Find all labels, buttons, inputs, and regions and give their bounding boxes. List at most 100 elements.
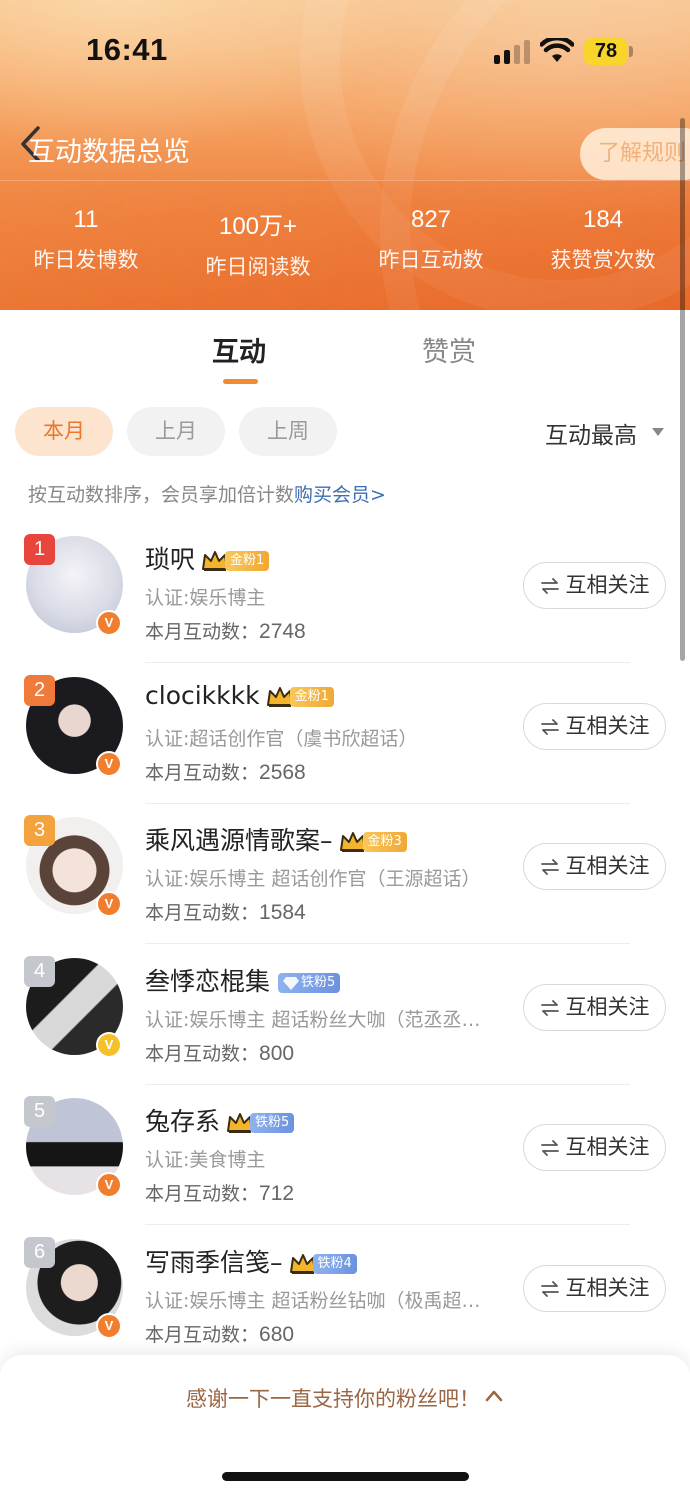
count-value: 2568: [259, 761, 306, 784]
caret-down-icon[interactable]: [652, 428, 664, 436]
battery-indicator: 78: [584, 38, 628, 65]
count-prefix: 本月互动数：: [145, 1043, 260, 1065]
list-item[interactable]: 2 Vclocikkkk 金粉1 认证:超话创作官（虞书欣超话） 本月互动数：2568 互…: [0, 663, 690, 804]
page-title: 互动数据总览: [28, 137, 190, 168]
verified-v-icon: V: [96, 891, 122, 917]
certification: 认证:娱乐博主 超话粉丝大咖（范丞丞超话）: [145, 1009, 497, 1031]
verified-v-icon: V: [96, 1172, 122, 1198]
follow-label: 互相关注: [565, 573, 650, 597]
username[interactable]: 乘风遇源情歌案– 金粉3: [145, 821, 407, 857]
username-text[interactable]: clocikkkk: [145, 681, 260, 710]
rank-badge: 5: [24, 1096, 55, 1127]
mutual-follow-button[interactable]: 互相关注: [523, 1124, 666, 1171]
count-value: 1584: [259, 901, 306, 924]
tab-interaction[interactable]: 互动: [212, 330, 266, 369]
username[interactable]: 兔存系 铁粉5: [145, 1102, 295, 1138]
mutual-follow-button[interactable]: 互相关注: [523, 1265, 666, 1312]
fan-level-badge: 金粉1: [225, 551, 270, 571]
username-text[interactable]: 兔存系: [145, 1107, 220, 1136]
rank-badge: 3: [24, 815, 55, 846]
wifi-icon: [540, 38, 574, 62]
certification: 认证:娱乐博主: [145, 587, 266, 609]
username-text[interactable]: 写雨季信笺–: [145, 1248, 283, 1277]
rank-badge: 6: [24, 1237, 55, 1268]
rank-badge: 4: [24, 956, 55, 987]
count-value: 712: [259, 1182, 295, 1205]
count-prefix: 本月互动数：: [145, 762, 260, 784]
certification: 认证:超话创作官（虞书欣超话）: [145, 728, 418, 750]
fan-level-text: 铁粉5: [301, 975, 336, 990]
count-value: 680: [259, 1323, 295, 1346]
cellular-signal-icon: [494, 40, 530, 64]
verified-v-icon: V: [96, 751, 122, 777]
filter-this-month[interactable]: 本月: [15, 407, 113, 456]
fan-level-badge: 铁粉5: [250, 1113, 295, 1133]
username-text[interactable]: 乘风遇源情歌案–: [145, 826, 333, 855]
follow-label: 互相关注: [565, 854, 650, 878]
list-item[interactable]: 4 V 叁悸恋棍集 铁粉5 认证:娱乐博主 超话粉丝大咖（范丞丞超话） 本月互动数：800…: [0, 944, 690, 1085]
username-text[interactable]: 叁悸恋棍集: [145, 967, 270, 996]
count-value: 800: [259, 1042, 295, 1065]
stat-value: 11: [73, 206, 99, 233]
monthly-interaction-count: 本月互动数：2568: [145, 758, 306, 785]
fan-level-badge: 金粉3: [362, 832, 407, 852]
stat-label: 昨日互动数: [378, 248, 484, 272]
mutual-follow-button[interactable]: 互相关注: [523, 703, 666, 750]
mutual-follow-icon: [540, 1281, 559, 1297]
filter-last-week[interactable]: 上周: [239, 407, 337, 456]
mutual-follow-icon: [540, 859, 559, 875]
list-item[interactable]: 1 V 琐呎 金粉1 认证:娱乐博主本月互动数：2748 互相关注: [0, 522, 690, 663]
follow-label: 互相关注: [565, 995, 650, 1019]
username[interactable]: 叁悸恋棍集 铁粉5: [145, 962, 341, 998]
follow-label: 互相关注: [565, 714, 650, 738]
diamond-icon: [283, 976, 300, 990]
list-item[interactable]: 5 V 兔存系 铁粉5 认证:美食博主 本月互动数：712 互相关注: [0, 1084, 690, 1225]
stat-value: 827: [410, 206, 452, 233]
sort-dropdown[interactable]: 互动最高: [545, 416, 637, 450]
stat-label: 昨日发博数: [33, 248, 139, 272]
stat-posts: 11 昨日发博数: [0, 206, 172, 274]
stat-value: 184: [582, 206, 624, 233]
stat-label: 获赞赏次数: [550, 248, 656, 272]
mutual-follow-button[interactable]: 互相关注: [523, 562, 666, 609]
hint-text: 按互动数排序，会员享加倍计数: [28, 484, 295, 506]
fan-level-badge: 铁粉4: [312, 1254, 357, 1274]
list-item[interactable]: 3 V 乘风遇源情歌案– 金粉3 认证:娱乐博主 超话创作官（王源超话） 本月互动数：15…: [0, 803, 690, 944]
username[interactable]: 琐呎 金粉1: [145, 540, 270, 576]
fan-level-badge: 铁粉5: [278, 973, 341, 993]
home-indicator[interactable]: [222, 1472, 469, 1481]
username[interactable]: 写雨季信笺– 铁粉4: [145, 1243, 357, 1279]
rank-badge: 1: [24, 534, 55, 565]
verified-v-icon: V: [96, 1313, 122, 1339]
filter-last-month[interactable]: 上月: [127, 407, 225, 456]
verified-v-icon: V: [96, 610, 122, 636]
stat-label: 昨日阅读数: [205, 255, 311, 279]
monthly-interaction-count: 本月互动数：680: [145, 1320, 294, 1347]
mutual-follow-button[interactable]: 互相关注: [523, 843, 666, 890]
tab-reward[interactable]: 赞赏: [422, 330, 476, 369]
chevron-up-icon[interactable]: [484, 1387, 504, 1403]
count-prefix: 本月互动数：: [145, 1324, 260, 1346]
mutual-follow-button[interactable]: 互相关注: [523, 984, 666, 1031]
follow-label: 互相关注: [565, 1276, 650, 1300]
scrollbar[interactable]: [680, 118, 685, 661]
stat-reads: 100万+ 昨日阅读数: [172, 206, 344, 281]
thanks-prompt[interactable]: 感谢一下一直支持你的粉丝吧！: [186, 1383, 480, 1413]
verified-v-icon: V: [96, 1032, 122, 1058]
count-prefix: 本月互动数：: [145, 1183, 260, 1205]
buy-membership-link[interactable]: 购买会员>: [294, 484, 386, 506]
count-prefix: 本月互动数：: [145, 902, 260, 924]
username-text[interactable]: 琐呎: [145, 545, 195, 574]
mutual-follow-icon: [540, 1140, 559, 1156]
mutual-follow-icon: [540, 578, 559, 594]
rules-button[interactable]: 了解规则: [580, 128, 690, 180]
list-item[interactable]: 6 V 写雨季信笺– 铁粉4 认证:娱乐博主 超话粉丝钻咖（极禹超话） 本月互动数：680…: [0, 1225, 690, 1366]
stat-value: 100万+: [218, 213, 298, 240]
monthly-interaction-count: 本月互动数：2748: [145, 617, 306, 644]
username[interactable]: clocikkkk 金粉1: [145, 681, 334, 710]
rank-badge: 2: [24, 675, 55, 706]
mutual-follow-icon: [540, 1000, 559, 1016]
battery-cap: [629, 46, 633, 57]
stat-rewards: 184 获赞赏次数: [517, 206, 689, 274]
monthly-interaction-count: 本月互动数：712: [145, 1179, 294, 1206]
